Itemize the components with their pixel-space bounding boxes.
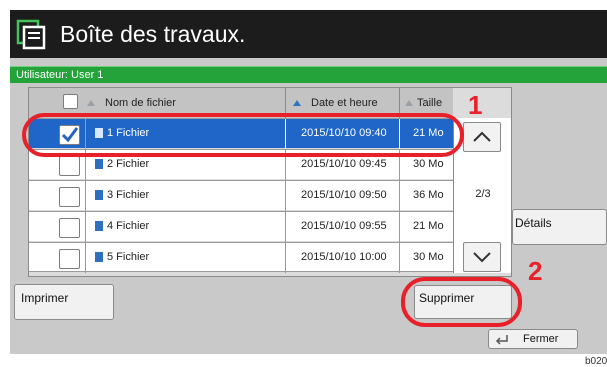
column-size-header[interactable]: Taille — [417, 97, 442, 109]
chevron-up-icon — [473, 131, 491, 142]
row-checkbox[interactable] — [59, 218, 80, 238]
image-code: b020 — [585, 356, 607, 367]
file-name: 2 Fichier — [107, 158, 150, 170]
page-title: Boîte des travaux. — [60, 21, 246, 47]
column-name-header[interactable]: Nom de fichier — [105, 97, 176, 109]
file-size: 30 Mo — [413, 251, 444, 263]
file-name: 3 Fichier — [107, 189, 150, 201]
file-icon — [95, 252, 103, 262]
column-date-header[interactable]: Date et heure — [311, 97, 378, 109]
return-arrow-icon — [495, 335, 508, 345]
file-name: 5 Fichier — [107, 251, 150, 263]
highlight-oval-row — [22, 113, 464, 157]
user-bar: Utilisateur: User 1 — [10, 66, 607, 83]
file-date: 2015/10/10 10:00 — [301, 251, 387, 263]
file-date: 2015/10/10 09:50 — [301, 189, 387, 201]
row-checkbox[interactable] — [59, 249, 80, 269]
file-icon — [95, 221, 103, 231]
file-name: 4 Fichier — [107, 220, 150, 232]
row-checkbox[interactable] — [59, 156, 80, 176]
scroll-down-button[interactable] — [463, 242, 501, 272]
page-indicator: 2/3 — [475, 188, 491, 200]
table-row[interactable]: 3 Fichier 2015/10/10 09:50 36 Mo — [29, 180, 453, 211]
close-button[interactable]: Fermer — [488, 329, 578, 349]
scroll-up-button[interactable] — [463, 122, 501, 152]
file-size: 21 Mo — [413, 220, 444, 232]
sort-size-icon — [405, 100, 413, 106]
sort-asc-icon — [87, 100, 95, 106]
job-box-icon — [16, 19, 46, 50]
sort-active-icon — [293, 100, 301, 106]
chevron-down-icon — [473, 252, 491, 263]
row-checkbox[interactable] — [59, 187, 80, 207]
select-all-checkbox[interactable] — [63, 94, 78, 109]
table-row[interactable]: 5 Fichier 2015/10/10 10:00 30 Mo — [29, 242, 453, 273]
title-bar: Boîte des travaux. — [10, 10, 607, 58]
callout-number-2: 2 — [528, 256, 543, 286]
highlight-oval-delete — [401, 277, 522, 327]
file-icon — [95, 159, 103, 169]
file-date: 2015/10/10 09:45 — [301, 158, 387, 170]
file-date: 2015/10/10 09:55 — [301, 220, 387, 232]
user-label: Utilisateur: User 1 — [16, 69, 104, 81]
details-button[interactable]: Détails — [512, 209, 607, 245]
file-size: 36 Mo — [413, 189, 444, 201]
file-icon — [95, 190, 103, 200]
print-button[interactable]: Imprimer — [14, 284, 114, 320]
callout-number-1: 1 — [468, 90, 483, 120]
table-row[interactable]: 4 Fichier 2015/10/10 09:55 21 Mo — [29, 211, 453, 242]
file-size: 30 Mo — [413, 158, 444, 170]
